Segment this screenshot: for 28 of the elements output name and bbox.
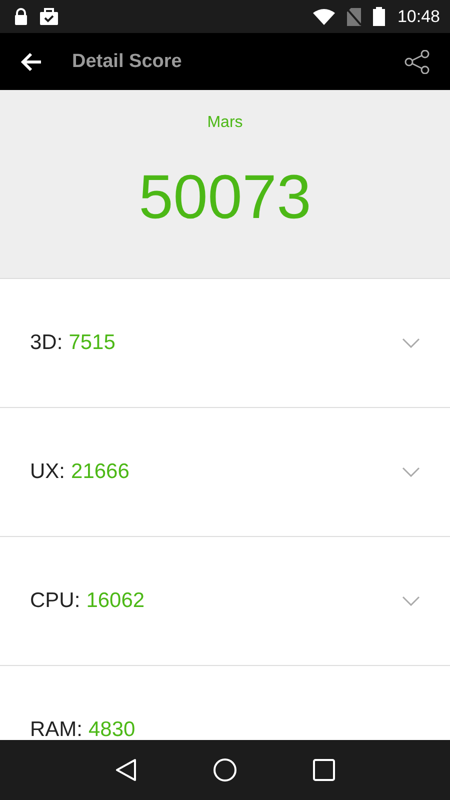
score-value: 7515 <box>68 331 116 355</box>
score-label: CPU: <box>30 589 80 613</box>
no-sim-icon <box>347 8 362 26</box>
page-title: Detail Score <box>72 50 182 72</box>
score-value: 21666 <box>71 460 130 484</box>
score-row[interactable]: CPU: 16062 <box>0 537 450 666</box>
chevron-icon <box>402 467 420 477</box>
briefcase-check-icon <box>40 8 58 25</box>
share-button[interactable] <box>404 50 430 74</box>
back-button[interactable] <box>20 52 42 72</box>
score-row[interactable]: UX: 21666 <box>0 408 450 537</box>
total-score: 50073 <box>138 162 312 233</box>
recents-button[interactable] <box>313 759 335 781</box>
chevron-icon <box>402 596 420 606</box>
score-value: 4830 <box>88 718 136 740</box>
back-nav-button[interactable] <box>115 758 137 782</box>
score-value: 16062 <box>86 589 145 613</box>
chevron-icon <box>402 338 420 348</box>
battery-icon <box>373 7 386 26</box>
wifi-icon <box>313 8 336 24</box>
status-time: 10:48 <box>397 6 440 26</box>
score-label: RAM: <box>30 718 82 740</box>
score-label: 3D: <box>30 331 63 355</box>
device-name: Mars <box>207 114 243 132</box>
score-label: UX: <box>30 460 66 484</box>
lock-icon <box>14 8 28 25</box>
score-row[interactable]: 3D: 7515 <box>0 279 450 408</box>
home-button[interactable] <box>213 758 237 782</box>
